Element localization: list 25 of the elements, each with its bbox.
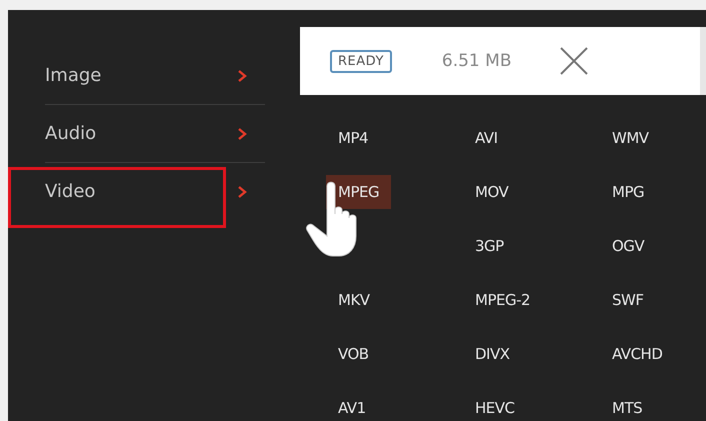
format-option[interactable]: AV1 <box>326 391 378 421</box>
chevron-right-icon <box>237 186 247 198</box>
menu-item[interactable]: Video <box>45 181 96 202</box>
format-option[interactable]: WMV <box>600 121 661 155</box>
format-option[interactable]: AVI <box>463 121 510 155</box>
menu-item[interactable]: Image <box>45 65 102 86</box>
format-option[interactable]: DIVX <box>463 337 522 371</box>
format-option[interactable]: VOB <box>326 337 381 371</box>
chevron-right-icon <box>237 128 247 140</box>
close-button[interactable] <box>559 46 590 76</box>
format-option[interactable]: HEVC <box>463 391 526 421</box>
format-option[interactable]: MTS <box>600 391 654 421</box>
format-option[interactable]: AVCHD <box>600 337 674 371</box>
menu-item[interactable]: Audio <box>45 123 96 144</box>
format-option[interactable]: MPEG-2 <box>463 283 542 317</box>
file-size: 6.51 MB <box>442 51 512 71</box>
format-option[interactable]: MKV <box>326 283 382 317</box>
status-badge: READY <box>330 50 392 72</box>
format-option[interactable]: OGV <box>600 229 656 263</box>
format-option[interactable]: 3GP <box>463 229 516 263</box>
format-option[interactable]: MP4 <box>326 121 380 155</box>
format-option[interactable]: MPG <box>600 175 656 209</box>
format-option[interactable]: SWF <box>600 283 656 317</box>
format-option[interactable]: MOV <box>463 175 520 209</box>
chevron-right-icon <box>237 70 247 82</box>
